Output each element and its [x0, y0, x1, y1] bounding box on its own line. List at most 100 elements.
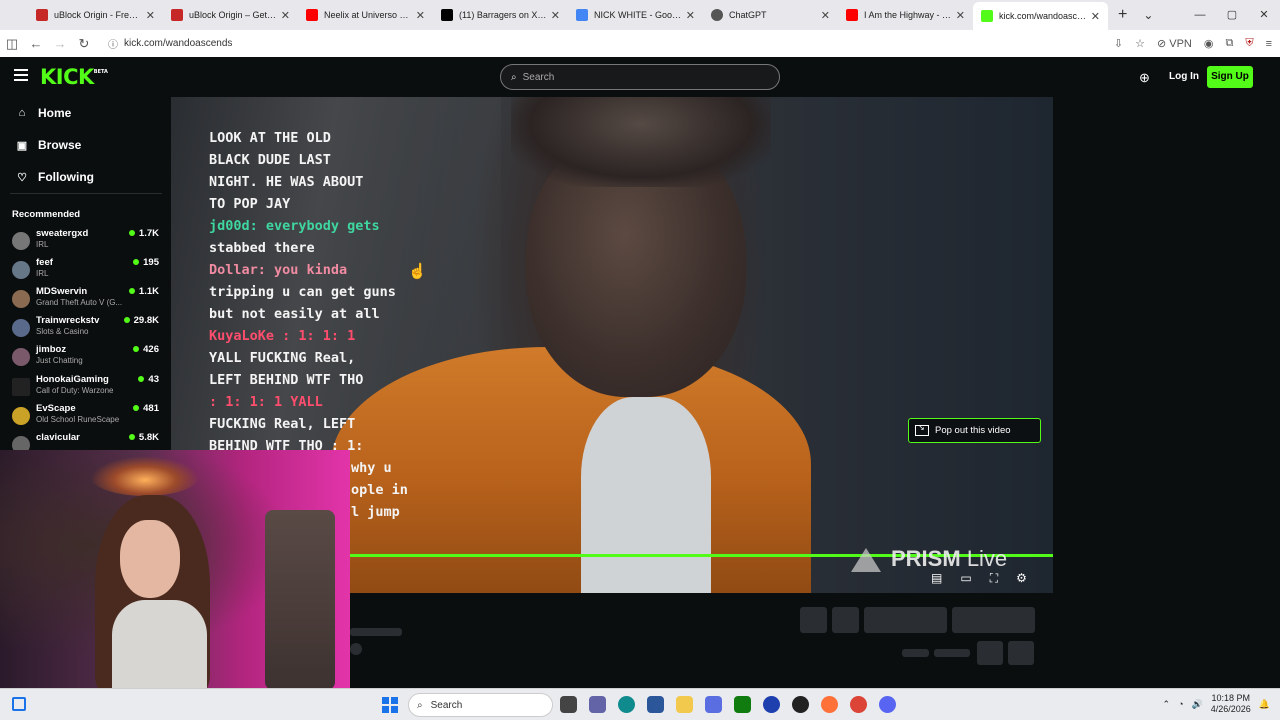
- sidebar-item-browse[interactable]: ▣ Browse: [16, 138, 82, 152]
- browser-tab[interactable]: I Am the Highway - You ✕: [838, 0, 973, 30]
- pop-out-video-button[interactable]: Pop out this video: [908, 418, 1041, 443]
- recommended-channel[interactable]: EvScape Old School RuneScape 481: [12, 403, 162, 430]
- viewer-count: 1.1K: [128, 286, 159, 297]
- profile-icon[interactable]: ◉: [1204, 37, 1214, 50]
- system-tray: ⌃ ◔ 🔊 10:18 PM 4/26/2026 🔔: [1163, 693, 1270, 715]
- task-view-icon[interactable]: [560, 696, 577, 713]
- browser-tab[interactable]: uBlock Origin - Free, open-✕: [28, 0, 163, 30]
- vpn-button[interactable]: ⊘ VPN: [1157, 37, 1192, 50]
- forward-icon[interactable]: →: [48, 36, 72, 51]
- recommended-channel[interactable]: HonokaiGaming Call of Duty: Warzone 43: [12, 374, 162, 401]
- clip-icon[interactable]: ▤: [931, 571, 942, 586]
- bookmark-star-icon[interactable]: ☆: [1135, 37, 1145, 50]
- chrome-icon[interactable]: [850, 696, 867, 713]
- settings-gear-icon[interactable]: ⚙: [1016, 571, 1027, 586]
- speaker-icon[interactable]: 🔊: [1192, 699, 1203, 710]
- language-globe-icon[interactable]: ⊕: [1139, 70, 1150, 86]
- sidebar-item-home[interactable]: ⌂ Home: [16, 106, 72, 120]
- fullscreen-icon[interactable]: ⛶: [990, 571, 998, 586]
- new-tab-button[interactable]: +: [1118, 6, 1127, 24]
- live-dot-icon: [123, 317, 130, 324]
- ea-app-icon[interactable]: [763, 696, 780, 713]
- address-bar[interactable]: ⓘ kick.com/wandoascends: [108, 36, 988, 51]
- xbox-icon[interactable]: [734, 696, 751, 713]
- recommended-channel[interactable]: clavicular 5.8K: [12, 432, 162, 450]
- search-icon: ⌕: [511, 71, 517, 83]
- minimize-icon[interactable]: —: [1184, 0, 1216, 30]
- viewer-count: 43: [138, 374, 159, 385]
- search-input[interactable]: ⌕ Search: [500, 64, 780, 90]
- browser-tab[interactable]: Neelix at Universo Paralelo✕: [298, 0, 433, 30]
- maximize-icon[interactable]: ▢: [1216, 0, 1248, 30]
- install-icon[interactable]: ⇩: [1114, 37, 1123, 50]
- edge-icon[interactable]: [618, 696, 635, 713]
- widgets-icon[interactable]: [12, 697, 26, 711]
- browser-tab[interactable]: (11) Barragers on X: "Clavic✕: [433, 0, 568, 30]
- browser-tab[interactable]: ChatGPT ✕: [703, 0, 838, 30]
- windows-taskbar: ⌕ Search ⌃ ◔ 🔊 10:18 PM 4/26/2026 🔔: [0, 688, 1280, 720]
- sidebar-item-following[interactable]: ♡ Following: [16, 170, 94, 184]
- site-info-icon[interactable]: ⓘ: [108, 36, 118, 51]
- close-tab-icon[interactable]: ✕: [281, 9, 290, 22]
- tab-favicon-icon: [981, 10, 993, 22]
- hamburger-menu-icon[interactable]: [14, 69, 28, 81]
- live-dot-icon: [128, 288, 135, 295]
- browser-tab-active[interactable]: kick.com/wandoascends✕: [973, 2, 1108, 30]
- file-explorer-icon[interactable]: [676, 696, 693, 713]
- recommended-channel[interactable]: Trainwreckstv Slots & Casino 29.8K: [12, 315, 162, 342]
- recommended-channel[interactable]: sweatergxd IRL 1.7K: [12, 228, 162, 255]
- recommended-channel[interactable]: jimboz Just Chatting 426: [12, 344, 162, 371]
- clock[interactable]: 10:18 PM 4/26/2026: [1211, 693, 1251, 715]
- taskbar-search-input[interactable]: ⌕ Search: [408, 693, 553, 717]
- skeleton-button: [977, 641, 1003, 665]
- skeleton-button: [800, 607, 827, 633]
- close-tab-icon[interactable]: ✕: [686, 9, 695, 22]
- webcam-cat-tree: [265, 510, 335, 688]
- viewer-count: 426: [133, 344, 159, 355]
- discord-icon[interactable]: [879, 696, 896, 713]
- close-tab-icon[interactable]: ✕: [416, 9, 425, 22]
- signup-button[interactable]: Sign Up: [1207, 66, 1253, 88]
- notification-bell-icon[interactable]: 🔔: [1259, 699, 1270, 710]
- close-tab-icon[interactable]: ✕: [146, 9, 155, 22]
- browser-tab[interactable]: uBlock Origin – Get this Ext✕: [163, 0, 298, 30]
- kick-logo[interactable]: KICKBETA: [40, 65, 108, 89]
- avatar: [12, 348, 30, 366]
- close-tab-icon[interactable]: ✕: [821, 9, 830, 22]
- g-app-icon[interactable]: [792, 696, 809, 713]
- browser-tab-bar: uBlock Origin - Free, open-✕ uBlock Orig…: [0, 0, 1280, 30]
- browser-tab[interactable]: NICK WHITE - Google Search✕: [568, 0, 703, 30]
- avatar: [12, 378, 30, 396]
- home-icon: ⌂: [18, 107, 26, 119]
- tab-favicon-icon: [306, 9, 318, 21]
- extensions-icon[interactable]: ⧉: [1225, 37, 1233, 50]
- store-icon[interactable]: [647, 696, 664, 713]
- recommended-channel[interactable]: feef IRL 195: [12, 257, 162, 284]
- theater-mode-icon[interactable]: ▭: [960, 571, 971, 586]
- start-button[interactable]: [382, 697, 398, 713]
- address-toolbar: ◫ ← → ↻ ⓘ kick.com/wandoascends ⇩ ☆ ⊘ VP…: [0, 30, 1280, 57]
- close-tab-icon[interactable]: ✕: [956, 9, 965, 22]
- back-icon[interactable]: ←: [24, 36, 48, 51]
- reload-icon[interactable]: ↻: [72, 36, 96, 52]
- skeleton-button: [832, 607, 859, 633]
- skeleton-bar: [350, 628, 402, 636]
- firefox-icon[interactable]: [821, 696, 838, 713]
- viewer-count: 195: [133, 257, 159, 268]
- video-person-shirt: [581, 397, 711, 593]
- close-tab-icon[interactable]: ✕: [1091, 10, 1100, 23]
- close-tab-icon[interactable]: ✕: [551, 9, 560, 22]
- tab-list-dropdown-icon[interactable]: ⌄: [1143, 8, 1153, 22]
- chat-app-icon[interactable]: [589, 696, 606, 713]
- sidebar-toggle-icon[interactable]: ◫: [0, 36, 24, 52]
- close-window-icon[interactable]: ✕: [1248, 0, 1280, 30]
- ublock-icon[interactable]: ⛨: [1245, 37, 1253, 50]
- login-button[interactable]: Log In: [1169, 71, 1199, 82]
- site-header: KICKBETA ⌕ Search ⊕ Log In Sign Up: [0, 57, 1280, 97]
- tray-chevron-icon[interactable]: ⌃: [1163, 699, 1171, 710]
- network-icon[interactable]: ◔: [1178, 699, 1183, 709]
- channel-info-skeleton: [350, 593, 1280, 688]
- menu-icon[interactable]: ≡: [1266, 38, 1272, 50]
- app-icon[interactable]: [705, 696, 722, 713]
- recommended-channel[interactable]: MDSwervin Grand Theft Auto V (G... 1.1K: [12, 286, 162, 313]
